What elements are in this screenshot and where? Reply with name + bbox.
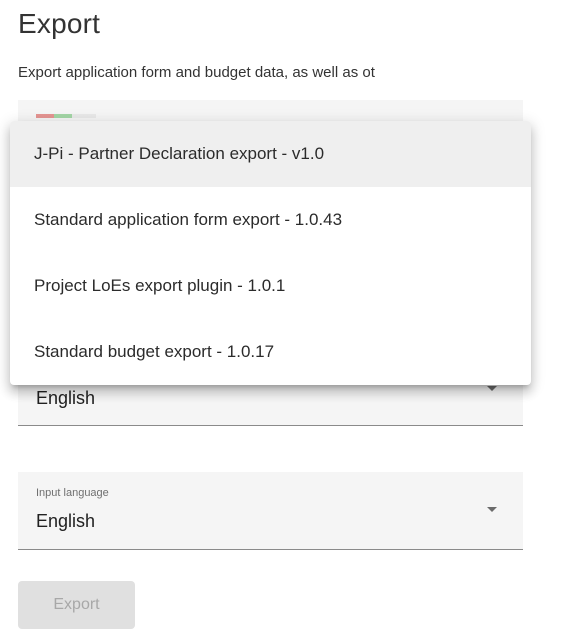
input-language-value: English [36, 511, 96, 531]
dropdown-option-standard-application-form[interactable]: Standard application form export - 1.0.4… [10, 187, 531, 253]
plugin-dropdown-panel: J-Pi - Partner Declaration export - v1.0… [10, 121, 531, 385]
dropdown-option-standard-budget[interactable]: Standard budget export - 1.0.17 [10, 319, 531, 385]
export-page: Export Export application form and budge… [0, 0, 577, 633]
export-language-value: English [36, 388, 96, 408]
dropdown-option-project-loes[interactable]: Project LoEs export plugin - 1.0.1 [10, 253, 531, 319]
page-title: Export [18, 8, 101, 39]
plugin-select-partial-value [36, 114, 96, 118]
chevron-down-icon [487, 386, 497, 391]
input-language-select[interactable]: Input language English [18, 472, 523, 550]
input-language-label: Input language [36, 487, 109, 499]
dropdown-option-jpi-partner-declaration[interactable]: J-Pi - Partner Declaration export - v1.0 [10, 121, 531, 187]
page-subtitle: Export application form and budget data,… [18, 64, 375, 81]
export-button[interactable]: Export [18, 581, 135, 629]
chevron-down-icon [487, 507, 497, 512]
